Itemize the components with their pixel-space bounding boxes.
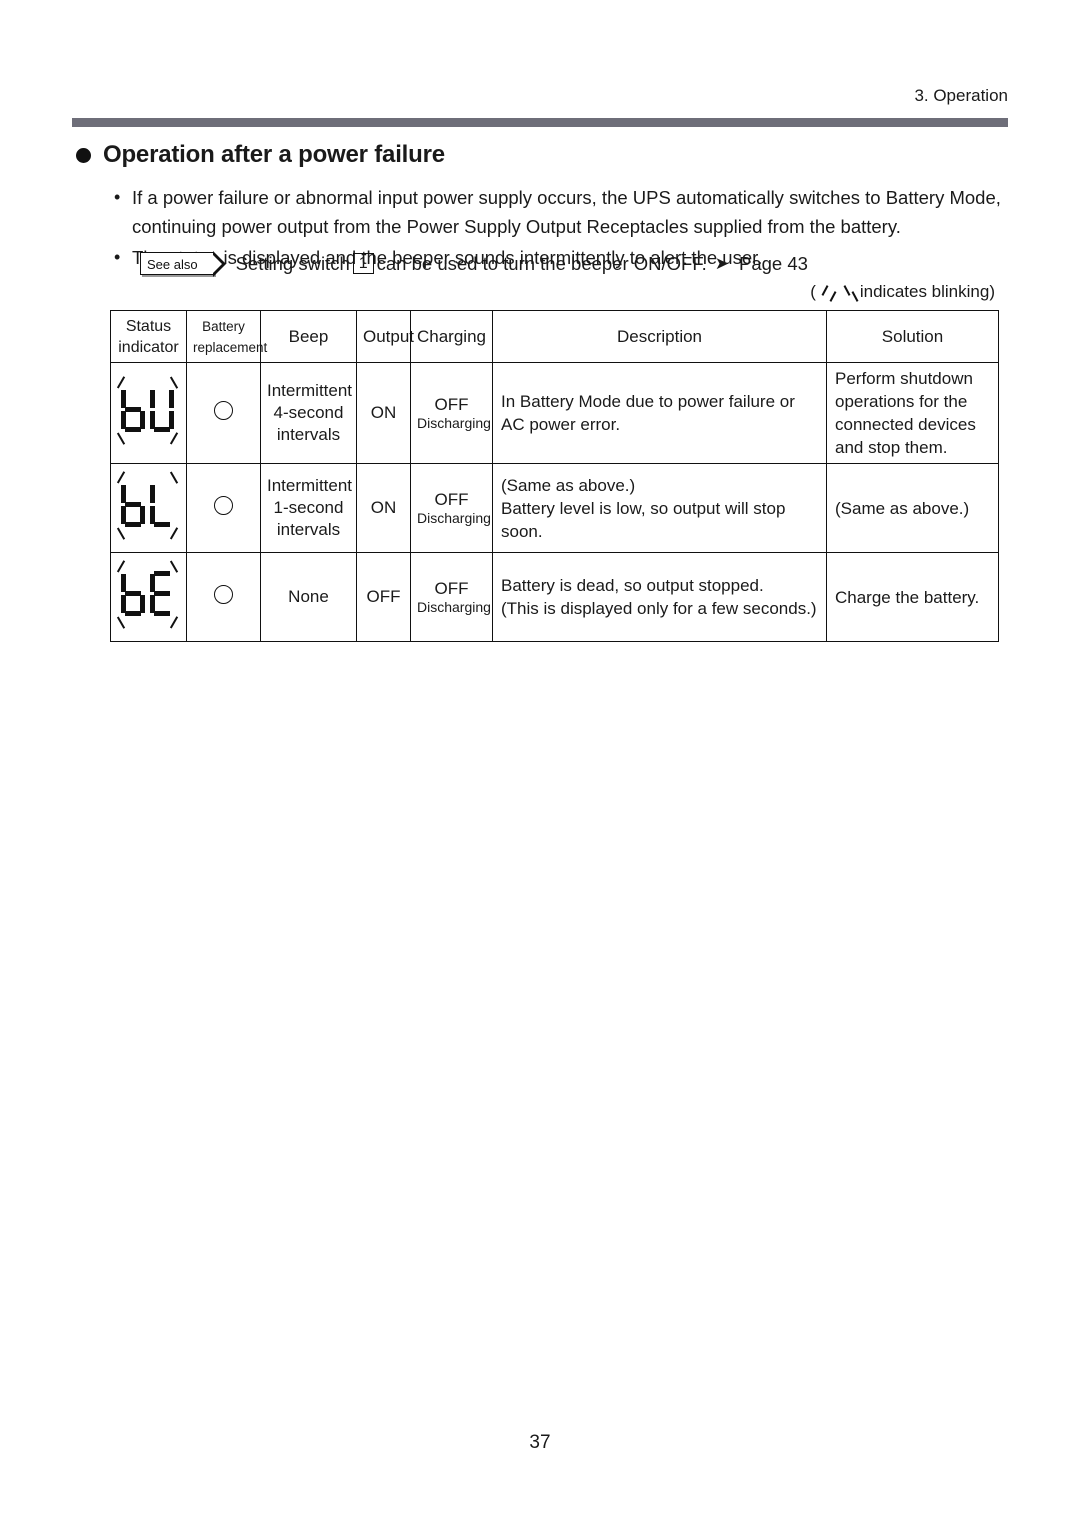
description-line-1: (Same as above.) (501, 475, 636, 495)
empty-circle-icon (214, 496, 233, 515)
running-header: 3. Operation (914, 86, 1008, 105)
solution-cell: Charge the battery. (826, 552, 999, 642)
charging-cell: OFF Discharging (410, 362, 493, 464)
output-cell: OFF (356, 552, 411, 642)
solution-line-1: Charge the battery. (835, 587, 980, 607)
segment-digit-U (149, 387, 174, 433)
description-cell: In Battery Mode due to power failure or … (492, 362, 827, 464)
output-cell: ON (356, 463, 411, 553)
table-header-row: Status indicator Battery replacement Bee… (110, 310, 999, 363)
blinking-legend: ( indicates blinking) (810, 281, 995, 303)
status-indicator-cell (110, 463, 187, 553)
status-indicator-cell (110, 362, 187, 464)
header-rule (72, 118, 1008, 127)
see-also-text-before: Setting switch (235, 252, 350, 274)
status-header-line2: indicator (118, 338, 179, 356)
solution-line-3: connected devices (835, 415, 976, 434)
empty-circle-icon (214, 401, 233, 420)
bullet-marker-icon: • (114, 247, 121, 267)
solution-cell: (Same as above.) (826, 463, 999, 553)
solution-line-2: operations for the (835, 392, 968, 411)
charging-main-label: OFF (434, 578, 469, 598)
column-header-charging: Charging (410, 310, 493, 363)
beep-line-2: 4-second (273, 403, 344, 422)
beep-cell: Intermittent 4-second intervals (260, 362, 357, 464)
empty-circle-icon (214, 585, 233, 604)
table-body: Intermittent 4-second intervals ON OFF D… (110, 362, 999, 642)
beep-cell: Intermittent 1-second intervals (260, 463, 357, 553)
see-also-badge: See also (140, 251, 226, 278)
description-line-1: Battery is dead, so output stopped. (501, 576, 764, 595)
segment-digit-L (149, 482, 174, 528)
column-header-solution: Solution (826, 310, 999, 363)
battery-replacement-cell (186, 362, 261, 464)
description-line-2: (This is displayed only for a few second… (501, 599, 817, 618)
seven-segment-display-icon (112, 470, 186, 540)
battery-header-line2: replacement (193, 339, 268, 355)
battery-header-line1: Battery (202, 318, 245, 334)
output-cell: ON (356, 362, 411, 464)
description-line-2: Battery level is low, so output will sto… (501, 498, 786, 541)
description-cell: Battery is dead, so output stopped. (Thi… (492, 552, 827, 642)
see-also-reference: See also Setting switch 1 can be used to… (140, 251, 808, 278)
solution-cell: Perform shutdown operations for the conn… (826, 362, 999, 464)
filled-circle-bullet-icon (76, 147, 91, 163)
seven-segment-display-icon (112, 559, 186, 629)
beep-line-1: None (288, 587, 329, 606)
status-indicator-cell (110, 552, 187, 642)
beep-cell: None (260, 552, 357, 642)
segment-characters (120, 482, 174, 528)
description-line-1: In Battery Mode due to power failure or (501, 392, 795, 411)
table-row: None OFF OFF Discharging Battery is dead… (110, 552, 999, 642)
column-header-output: Output (356, 310, 414, 363)
beep-line-2: 1-second (273, 498, 344, 517)
solution-line-4: and stop them. (835, 438, 948, 457)
beep-line-1: Intermittent (267, 381, 353, 400)
blink-marks-icon (816, 281, 860, 303)
segment-characters (120, 387, 174, 433)
segment-digit-E (149, 570, 174, 617)
solution-line-1: (Same as above.) (835, 498, 970, 518)
column-header-battery-replacement: Battery replacement (186, 310, 267, 363)
beep-line-3: intervals (276, 425, 341, 444)
bullet-marker-icon: • (114, 187, 121, 207)
page-reference-arrow-icon: ➤ (714, 253, 729, 273)
column-header-beep: Beep (260, 310, 357, 363)
section-title-text: Operation after a power failure (103, 141, 445, 168)
status-indicator-table: Status indicator Battery replacement Bee… (110, 310, 999, 642)
switch-number-box: 1 (352, 253, 374, 274)
charging-main-label: OFF (434, 394, 469, 414)
charging-main-label: OFF (434, 489, 469, 509)
column-header-status-indicator: Status indicator (110, 310, 187, 363)
page-reference-label: Page 43 (739, 252, 808, 274)
segment-digit-b (120, 482, 145, 528)
charging-cell: OFF Discharging (410, 463, 493, 553)
beep-line-1: Intermittent (267, 476, 353, 495)
battery-replacement-cell (186, 463, 261, 553)
charging-sub-label: Discharging (417, 598, 491, 615)
table-row: Intermittent 1-second intervals ON OFF D… (110, 463, 999, 553)
page-title: Operation after a power failure (76, 141, 445, 169)
description-cell: (Same as above.) Battery level is low, s… (492, 463, 827, 553)
charging-cell: OFF Discharging (410, 552, 493, 642)
list-item: • If a power failure or abnormal input p… (110, 183, 1010, 241)
solution-line-1: Perform shutdown (835, 369, 973, 388)
status-header-line1: Status (125, 317, 172, 335)
column-header-description: Description (492, 310, 827, 363)
charging-sub-label: Discharging (417, 509, 491, 526)
beep-line-3: intervals (276, 520, 341, 539)
description-line-2: AC power error. (501, 415, 621, 434)
page-number: 37 (529, 1432, 551, 1453)
seven-segment-display-icon (112, 375, 186, 445)
charging-sub-label: Discharging (417, 414, 491, 431)
segment-digit-b (120, 571, 145, 617)
battery-replacement-cell (186, 552, 261, 642)
segment-digit-b (120, 387, 145, 433)
bullet-text-1: If a power failure or abnormal input pow… (132, 187, 1001, 237)
segment-characters (120, 570, 174, 617)
legend-text: indicates blinking) (859, 282, 995, 301)
table-row: Intermittent 4-second intervals ON OFF D… (110, 362, 999, 464)
see-also-text-after: can be used to turn the beeper ON/OFF. (376, 252, 707, 274)
